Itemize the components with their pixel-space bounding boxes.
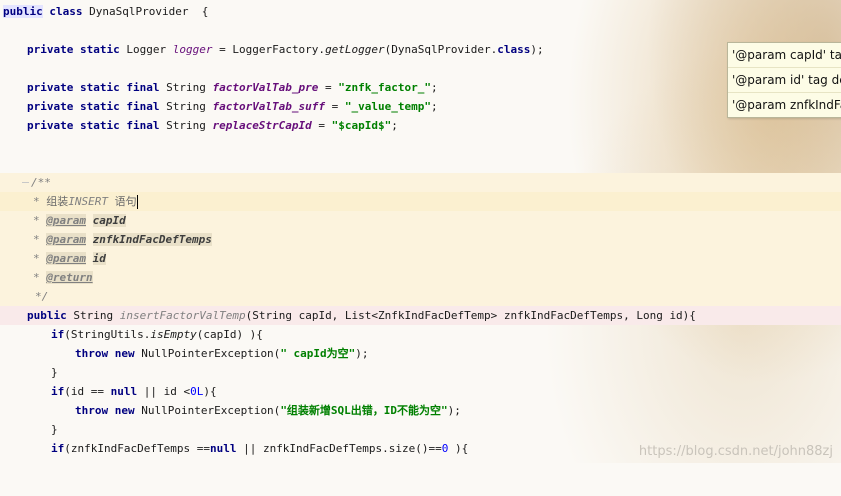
- code-line-logger: private static Logger logger = LoggerFac…: [27, 43, 544, 56]
- code-line-doc-param: * @param id: [0, 249, 841, 268]
- code-line-close-brace: }: [51, 423, 58, 436]
- code-line-doc-open: /**: [0, 173, 841, 192]
- fold-marker-icon[interactable]: [22, 182, 29, 183]
- code-line-throw: throw new NullPointerException("组装新增SQL出…: [75, 404, 461, 417]
- code-line-close-brace: }: [51, 366, 58, 379]
- keyword-public: public: [3, 5, 43, 18]
- popup-item[interactable]: '@param capId' tag: [728, 43, 841, 68]
- code-line-const: private static final String replaceStrCa…: [27, 119, 398, 132]
- code-line-doc-param: * @param znfkIndFacDefTemps: [0, 230, 841, 249]
- code-line-throw: throw new NullPointerException(" capId为空…: [75, 347, 369, 360]
- code-line-doc-summary: * 组装INSERT 语句: [0, 192, 841, 211]
- code-editor[interactable]: public class DynaSqlProvider { private s…: [0, 0, 841, 463]
- code-line-if: if(StringUtils.isEmpty(capId) ){: [51, 328, 263, 341]
- text-caret: [136, 195, 138, 209]
- code-line-const: private static final String factorValTab…: [27, 100, 438, 113]
- popup-item[interactable]: '@param znfkIndFa: [728, 93, 841, 117]
- code-line-class-decl: public class DynaSqlProvider {: [3, 5, 209, 18]
- watermark: https://blog.csdn.net/john88zj: [638, 444, 833, 459]
- code-line-doc-return: * @return: [0, 268, 841, 287]
- code-line-method-signature: public String insertFactorValTemp(String…: [0, 306, 841, 325]
- code-line-const: private static final String factorValTab…: [27, 81, 438, 94]
- popup-item[interactable]: '@param id' tag de: [728, 68, 841, 93]
- method-name: insertFactorValTemp: [119, 309, 246, 322]
- code-line-if: if(id == null || id <0L){: [51, 385, 217, 398]
- code-line-doc-param: * @param capId: [0, 211, 841, 230]
- code-line-doc-close: */: [0, 287, 841, 306]
- class-name: DynaSqlProvider: [89, 5, 189, 18]
- inspection-popup[interactable]: '@param capId' tag '@param id' tag de '@…: [727, 42, 841, 118]
